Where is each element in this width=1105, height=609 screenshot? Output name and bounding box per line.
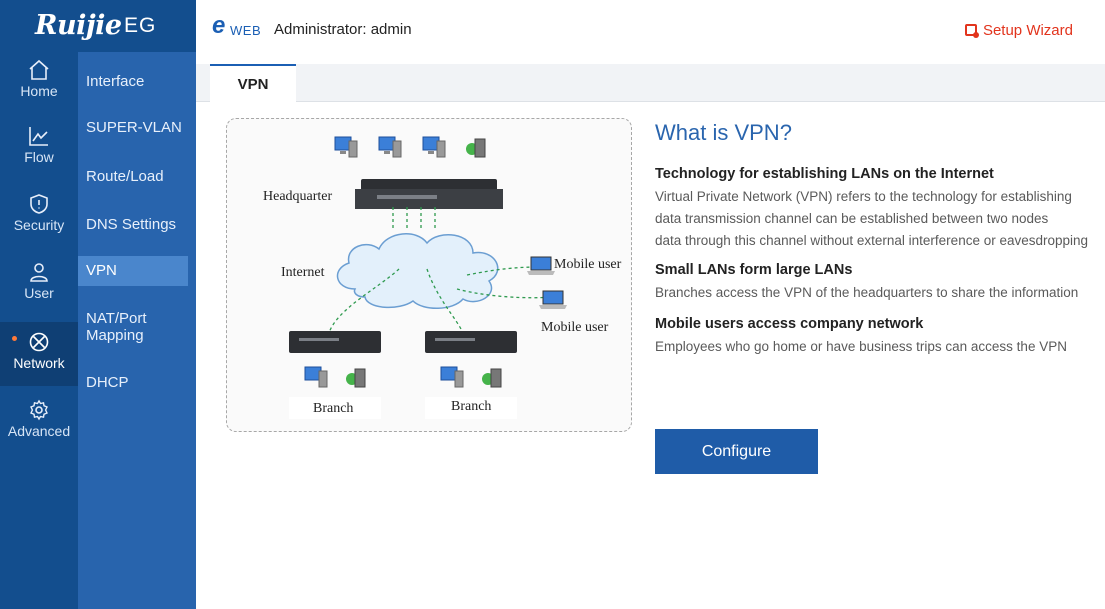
nav-flow[interactable]: Flow — [0, 124, 78, 186]
label-internet: Internet — [281, 265, 325, 280]
ruijie-logo: Ruijie — [35, 10, 122, 41]
section-1-line-1: Virtual Private Network (VPN) refers to … — [655, 189, 1072, 204]
nav-user[interactable]: User — [0, 260, 78, 322]
product-name: EG — [124, 14, 157, 37]
section-text-1: Virtual Private Network (VPN) refers to … — [655, 186, 1105, 252]
brand-logo-bar: Ruijie EG — [0, 0, 196, 52]
section-text-2: Branches access the VPN of the headquart… — [655, 285, 1079, 300]
label-mobile-user-1: Mobile user — [554, 257, 622, 272]
home-icon — [29, 59, 49, 80]
submenu-super-vlan[interactable]: SUPER-VLAN — [86, 119, 196, 136]
label-mobile-user-2: Mobile user — [541, 320, 609, 335]
submenu-dns-settings[interactable]: DNS Settings — [86, 216, 196, 233]
nav-advanced[interactable]: Advanced — [0, 398, 78, 460]
nav-home-label: Home — [20, 83, 58, 99]
label-branch-2: Branch — [451, 399, 492, 414]
wizard-icon — [964, 24, 979, 38]
user-icon — [30, 263, 48, 282]
section-heading-2: Small LANs form large LANs — [655, 262, 853, 278]
tab-vpn[interactable]: VPN — [210, 64, 296, 102]
section-text-3: Employees who go home or have business t… — [655, 339, 1067, 354]
shield-icon — [30, 194, 48, 214]
submenu-nat-port-mapping[interactable]: NAT/Port Mapping — [86, 310, 196, 344]
nav-home[interactable]: Home — [0, 58, 78, 120]
nav-advanced-label: Advanced — [7, 423, 71, 439]
hq-pc-icons — [334, 136, 486, 158]
nav-flow-label: Flow — [24, 149, 54, 165]
vpn-description: What is VPN? Technology for establishing… — [655, 118, 1105, 358]
laptop-1 — [527, 256, 555, 275]
branch-device-1 — [289, 331, 381, 353]
gear-icon — [30, 399, 48, 421]
label-headquarter: Headquarter — [263, 189, 333, 204]
section-1-line-2: data transmission channel can be establi… — [655, 211, 1049, 226]
active-indicator-dot — [12, 336, 17, 341]
admin-label: Administrator: admin — [274, 21, 412, 38]
main-content: Headquarter Internet Mobile user Mobile … — [212, 102, 1105, 609]
nav-network[interactable]: Network — [0, 322, 78, 386]
vpn-title: What is VPN? — [655, 120, 792, 145]
nav-security-label: Security — [13, 217, 65, 233]
flow-icon — [29, 127, 48, 146]
section-heading-1: Technology for establishing LANs on the … — [655, 166, 994, 182]
network-submenu: Interface SUPER-VLAN Route/Load DNS Sett… — [78, 52, 196, 609]
nav-user-label: User — [24, 285, 54, 301]
nav-network-label: Network — [13, 355, 65, 371]
submenu-dhcp[interactable]: DHCP — [86, 374, 196, 391]
top-header: e WEB Administrator: admin Setup Wizard — [196, 0, 1105, 52]
submenu-route-load[interactable]: Route/Load — [86, 168, 196, 185]
eweb-logo-web: WEB — [230, 23, 262, 38]
branch-device-2 — [425, 331, 517, 353]
internet-cloud — [336, 233, 499, 309]
section-heading-3: Mobile users access company network — [655, 316, 924, 332]
configure-button[interactable]: Configure — [655, 429, 818, 474]
setup-wizard-label: Setup Wizard — [982, 22, 1073, 39]
submenu-interface[interactable]: Interface — [86, 73, 196, 90]
main-nav-rail: Home Flow Security User Network Advanced — [0, 52, 78, 609]
submenu-vpn[interactable]: VPN — [78, 256, 188, 286]
submenu-nat-line1: NAT/Port — [86, 310, 147, 327]
section-1-line-3: data through this channel without extern… — [655, 233, 1089, 248]
setup-wizard-link[interactable]: Setup Wizard — [964, 22, 1073, 39]
tab-strip: VPN — [196, 64, 1105, 102]
hq-gateway-device — [355, 179, 503, 209]
eweb-logo-e: e — [212, 12, 226, 39]
submenu-nat-line2: Mapping — [86, 327, 144, 344]
label-branch-1: Branch — [313, 401, 354, 416]
nav-security[interactable]: Security — [0, 192, 78, 254]
laptop-2 — [539, 290, 567, 309]
vpn-topology-diagram: Headquarter Internet Mobile user Mobile … — [226, 118, 632, 432]
network-icon — [29, 332, 49, 352]
